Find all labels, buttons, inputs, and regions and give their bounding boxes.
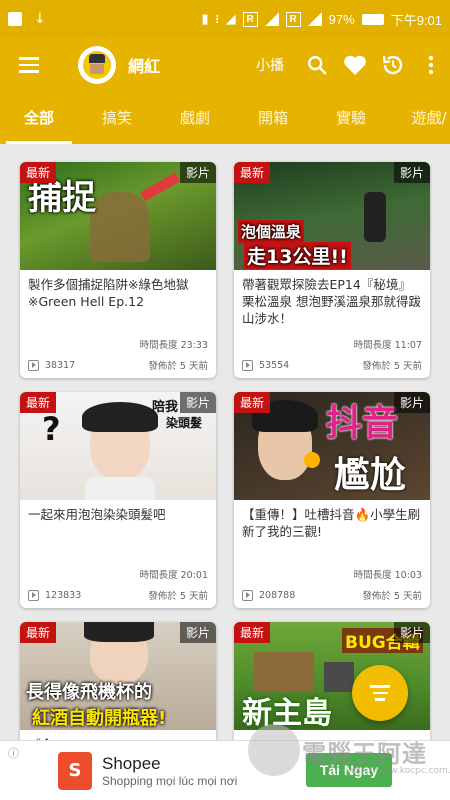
video-card[interactable]: 捕捉 最新 影片 製作多個捕捉陷阱※綠色地獄※Green Hell Ep.12 … — [20, 162, 216, 378]
tab-games[interactable]: 遊戲/ — [390, 92, 450, 144]
thumbnail-text: 抖音 — [326, 403, 399, 444]
view-count: 123833 — [45, 589, 82, 601]
post-date: 發佈於 5 天前 — [148, 361, 208, 372]
gallery-icon — [8, 12, 22, 26]
video-card[interactable]: 抖音 尷尬 最新 影片 【重傳！】吐槽抖音🔥小學生刷新了我的三觀! 時間長度 1… — [234, 392, 430, 608]
more-options-icon[interactable] — [412, 38, 450, 92]
view-count: 38317 — [45, 359, 76, 371]
battery-percent: 97% — [328, 11, 355, 27]
video-duration: 時間長度 23:33 — [139, 340, 208, 351]
signal-icon — [264, 12, 279, 26]
filter-fab[interactable] — [352, 665, 408, 721]
vibrate-icon: ▮ — [201, 11, 209, 26]
video-thumbnail[interactable]: 泡個溫泉 走13公里!! 最新 影片 — [234, 162, 430, 270]
video-duration: 時間長度 10:03 — [353, 570, 422, 581]
post-date: 發佈於 5 天前 — [362, 591, 422, 602]
new-badge: 最新 — [20, 622, 57, 643]
post-date: 發佈於 5 天前 — [148, 591, 208, 602]
play-icon — [242, 589, 253, 601]
roaming-icon: R — [242, 11, 258, 27]
video-thumbnail[interactable]: 抖音 尷尬 最新 影片 — [234, 392, 430, 500]
video-badge: 影片 — [179, 162, 216, 183]
video-title: 製作多個捕捉陷阱※綠色地獄※Green Hell Ep.12 — [28, 277, 189, 309]
thumbnail-text: 泡個溫泉 — [238, 220, 305, 243]
roaming-icon-2: R — [285, 11, 301, 27]
video-card[interactable]: 泡個溫泉 走13公里!! 最新 影片 帶著觀眾探險去EP14『秘境』栗松溫泉 想… — [234, 162, 430, 378]
shopee-logo-icon: S — [58, 751, 92, 790]
thumbnail-text-2: 走13公里!! — [244, 242, 351, 269]
tab-experiment[interactable]: 實驗 — [312, 92, 390, 144]
ad-banner[interactable]: ⓘ S Shopee Shopping mọi lúc mọi nơi Tải … — [0, 740, 450, 800]
thumbnail-text-2: 染頭髮 — [166, 416, 203, 430]
tab-all[interactable]: 全部 — [0, 92, 78, 144]
post-date: 發佈於 5 天前 — [362, 361, 422, 372]
heart-icon[interactable] — [336, 38, 374, 92]
video-duration: 時間長度 11:07 — [353, 340, 422, 351]
new-badge: 最新 — [234, 392, 271, 413]
thumbnail-text-2: 尷尬 — [334, 455, 407, 496]
streamer-link[interactable]: 小播 — [256, 55, 284, 75]
category-tabs: 全部 搞笑 戲劇 開箱 實驗 遊戲/ — [0, 92, 450, 144]
play-icon — [28, 359, 39, 371]
signal-icon-2 — [307, 12, 322, 26]
video-title: 帶著觀眾探險去EP14『秘境』栗松溫泉 想泡野溪溫泉那就得跋山涉水！ — [242, 277, 421, 326]
tab-drama[interactable]: 戲劇 — [156, 92, 234, 144]
video-badge: 影片 — [393, 162, 430, 183]
play-icon — [28, 589, 39, 601]
view-count: 53554 — [259, 359, 290, 371]
search-icon[interactable] — [298, 38, 336, 92]
clock: 下午9:01 — [390, 12, 442, 28]
thumbnail-text-2: 新主島 — [242, 696, 332, 731]
ad-title: Shopee — [102, 753, 161, 773]
video-duration: 時間長度 20:01 — [139, 570, 208, 581]
tab-funny[interactable]: 搞笑 — [78, 92, 156, 144]
video-thumbnail[interactable]: ? 陪我 染頭髮 最新 影片 — [20, 392, 216, 500]
thumbnail-text-2: 紅酒自動開瓶器! — [32, 708, 167, 729]
video-title: 【重傳！】吐槽抖音🔥小學生刷新了我的三觀! — [242, 507, 421, 539]
view-count: 208788 — [259, 589, 296, 601]
video-thumbnail[interactable]: 長得像飛機杯的 紅酒自動開瓶器! 最新 影片 — [20, 622, 216, 730]
wifi-icon: ◢ — [225, 11, 236, 26]
tab-unboxing[interactable]: 開箱 — [234, 92, 312, 144]
ad-subtitle: Shopping mọi lúc mọi nơi — [102, 773, 238, 788]
channel-logo — [78, 46, 116, 84]
status-bar: ↓ ▮ ᎒ ◢ R R 97% 下午9:01 — [0, 0, 450, 38]
new-badge: 最新 — [20, 162, 57, 183]
video-badge: 影片 — [179, 392, 216, 413]
question-mark-icon: ? — [42, 410, 61, 448]
download-icon: ↓ — [34, 11, 46, 27]
menu-icon[interactable] — [0, 38, 58, 92]
ad-info-icon[interactable]: ⓘ — [8, 745, 19, 761]
new-badge: 最新 — [234, 622, 271, 643]
thumbnail-text: 陪我 — [152, 400, 179, 415]
video-badge: 影片 — [393, 622, 430, 643]
video-thumbnail[interactable]: 捕捉 最新 影片 — [20, 162, 216, 270]
ad-install-button[interactable]: Tải Ngay — [306, 753, 392, 787]
app-bar: 網紅 小播 — [0, 38, 450, 92]
battery-icon — [361, 13, 384, 25]
play-icon — [242, 359, 253, 371]
history-icon[interactable] — [374, 38, 412, 92]
new-badge: 最新 — [234, 162, 271, 183]
page-title: 網紅 — [128, 57, 161, 76]
video-card[interactable]: ? 陪我 染頭髮 最新 影片 一起來用泡泡染染頭髮吧 時間長度 20:01 12… — [20, 392, 216, 608]
new-badge: 最新 — [20, 392, 57, 413]
thumbnail-text: 長得像飛機杯的 — [26, 682, 152, 703]
video-badge: 影片 — [393, 392, 430, 413]
video-badge: 影片 — [179, 622, 216, 643]
bluetooth-icon: ᎒ — [215, 10, 219, 26]
video-title: 一起來用泡泡染染頭髮吧 — [28, 507, 166, 522]
